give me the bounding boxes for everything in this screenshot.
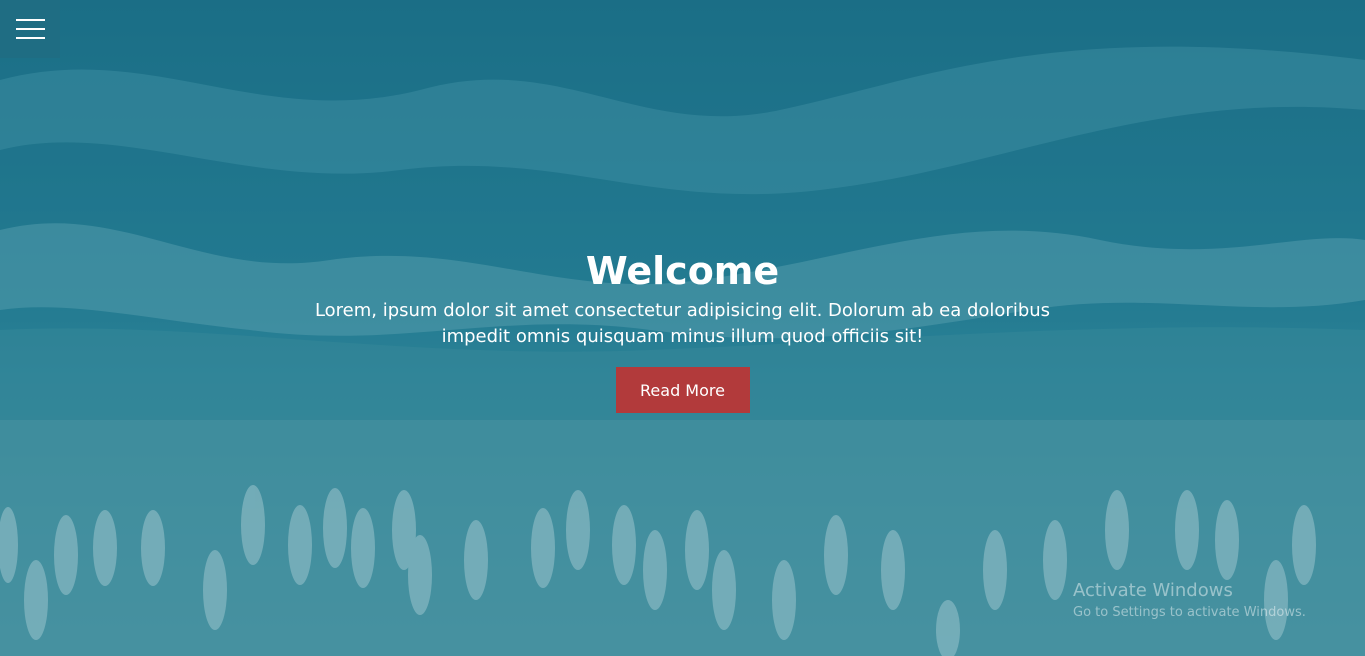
hero-title: Welcome	[585, 249, 780, 293]
watermark-subtitle: Go to Settings to activate Windows.	[1073, 605, 1306, 620]
menu-bar	[15, 37, 45, 39]
watermark-title: Activate Windows	[1073, 580, 1233, 601]
menu-bar	[15, 19, 45, 21]
read-more-button[interactable]: Read More	[615, 367, 750, 413]
menu-bar	[15, 28, 45, 30]
hero-subtitle: Lorem, ipsum dolor sit amet consectetur …	[314, 300, 1051, 347]
activate-windows-watermark: Activate Windows Go to Settings to activ…	[1073, 579, 1306, 623]
hero-section: Welcome Lorem, ipsum dolor sit amet cons…	[0, 0, 1365, 656]
hamburger-menu-icon[interactable]	[0, 0, 60, 58]
hero-content: Welcome Lorem, ipsum dolor sit amet cons…	[0, 248, 1365, 413]
